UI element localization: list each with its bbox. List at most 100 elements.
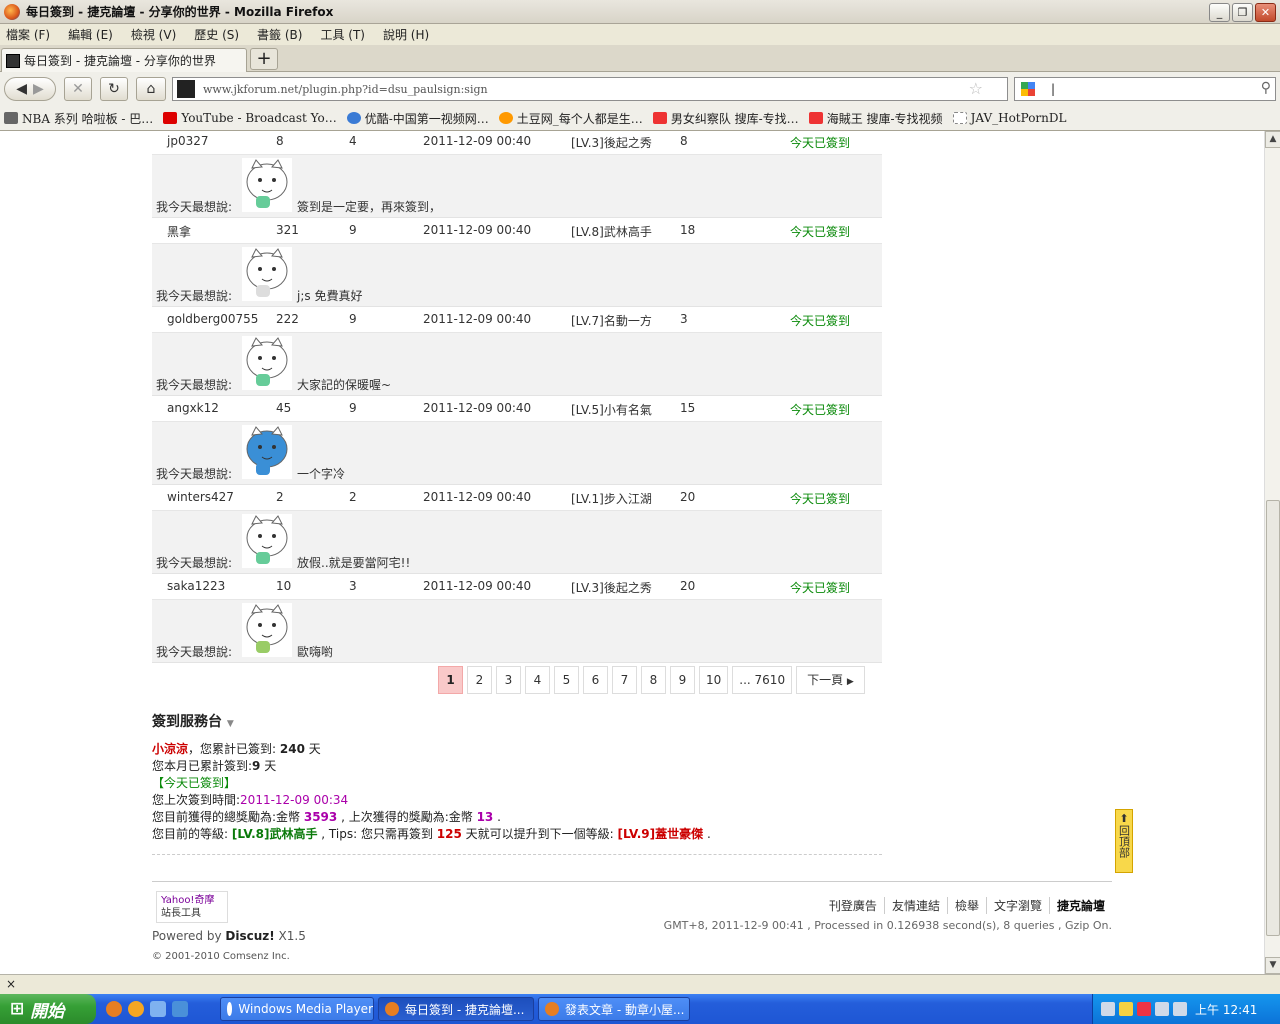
- service-username[interactable]: 小涼涼: [152, 742, 188, 756]
- bookmark-star-icon[interactable]: ☆: [969, 79, 983, 98]
- page-link[interactable]: 7: [612, 666, 637, 694]
- page-link[interactable]: 3: [496, 666, 521, 694]
- page-icon: [952, 112, 967, 124]
- record-time: 2011-12-09 00:40: [423, 134, 532, 148]
- menu-file[interactable]: 檔案 (F): [6, 26, 50, 43]
- bookmark-tudou[interactable]: 土豆网_每个人都是生…: [498, 110, 643, 127]
- tab-active[interactable]: 每日簽到 - 捷克論壇 - 分享你的世界: [1, 48, 247, 72]
- record-row: winters427 2 2 2011-12-09 00:40 [LV.1]步入江湖 20…: [152, 485, 882, 511]
- bookmarks-bar: NBA 系列 哈啦板 - 巴… YouTube - Broadcast Yo… …: [0, 106, 1280, 131]
- page-link[interactable]: 1: [438, 666, 463, 694]
- next-arrow-icon: ▶: [846, 677, 854, 687]
- window-title-bar[interactable]: 每日簽到 - 捷克論壇 - 分享你的世界 - Mozilla Firefox _…: [0, 0, 1280, 24]
- search-box[interactable]: | ⚲: [1014, 77, 1276, 101]
- new-tab-button[interactable]: +: [250, 48, 278, 70]
- close-button[interactable]: ✕: [1255, 3, 1276, 22]
- ie-quicklaunch-icon[interactable]: [172, 1001, 188, 1017]
- restore-button[interactable]: ❐: [1232, 3, 1253, 22]
- reload-button[interactable]: ↻: [100, 77, 128, 101]
- back-arrow-icon[interactable]: ◀: [16, 81, 27, 97]
- excel-quicklaunch-icon[interactable]: [150, 1001, 166, 1017]
- google-engine-icon[interactable]: [1021, 82, 1035, 96]
- search-icon[interactable]: ⚲: [1261, 80, 1271, 96]
- bookmark-soku-1[interactable]: 男女纠察队 搜库-专找…: [652, 110, 799, 127]
- page-link[interactable]: 4: [525, 666, 550, 694]
- firefox-icon: [385, 1002, 399, 1016]
- mood-row: 我今天最想說: 歐嗨喲: [152, 600, 882, 663]
- stop-button[interactable]: ✕: [64, 77, 92, 101]
- page-link[interactable]: 8: [641, 666, 666, 694]
- scroll-up-icon[interactable]: ▲: [1265, 131, 1280, 148]
- record-status: 今天已簽到: [790, 403, 851, 417]
- tray-app-icon[interactable]: [1173, 1002, 1187, 1016]
- page-link[interactable]: 5: [554, 666, 579, 694]
- service-line-month: 您本月已累計簽到:9 天: [152, 759, 277, 773]
- record-status: 今天已簽到: [790, 581, 851, 595]
- back-to-top-button[interactable]: ⬆ 回頂部: [1115, 809, 1133, 873]
- shield-icon[interactable]: [1137, 1002, 1151, 1016]
- address-bar[interactable]: www.jkforum.net/plugin.php?id=dsu_paulsi…: [172, 77, 1008, 101]
- forward-arrow-icon[interactable]: ▶: [33, 81, 44, 97]
- next-page-button[interactable]: 下一頁 ▶: [796, 666, 865, 694]
- footer-link-home[interactable]: 捷克論壇: [1048, 897, 1112, 914]
- footer-link-ads[interactable]: 刊登廣告: [822, 897, 884, 914]
- page-link[interactable]: 6: [583, 666, 608, 694]
- record-month: 9: [349, 223, 357, 237]
- status-close-icon[interactable]: ×: [6, 977, 16, 991]
- task-media-player[interactable]: Windows Media Player: [220, 997, 374, 1021]
- warning-icon[interactable]: [1119, 1002, 1133, 1016]
- record-row: saka1223 10 3 2011-12-09 00:40 [LV.3]後起之秀 20 今…: [152, 574, 882, 600]
- page-link[interactable]: 10: [699, 666, 729, 694]
- vertical-scrollbar[interactable]: ▲ ▼: [1264, 131, 1280, 974]
- mood-avatar: [242, 158, 292, 212]
- yahoo-webmaster-badge[interactable]: Yahoo!奇摩 站長工具: [156, 891, 228, 923]
- dashed-divider: [152, 854, 882, 855]
- scroll-down-icon[interactable]: ▼: [1265, 957, 1280, 974]
- volume-icon[interactable]: [1155, 1002, 1169, 1016]
- network-icon[interactable]: [1101, 1002, 1115, 1016]
- back-forward-buttons[interactable]: ◀ ▶: [4, 77, 56, 101]
- service-desk-title[interactable]: 簽到服務台 ▼: [152, 711, 234, 731]
- page-link[interactable]: ... 7610: [732, 666, 793, 694]
- quick-launch: [106, 1001, 216, 1017]
- url-text[interactable]: www.jkforum.net/plugin.php?id=dsu_paulsi…: [203, 83, 488, 96]
- footer-link-friends[interactable]: 友情連結: [883, 897, 947, 914]
- menu-help[interactable]: 說明 (H): [383, 26, 429, 43]
- bookmark-jav[interactable]: JAV_HotPornDL: [952, 111, 1067, 125]
- start-button[interactable]: ⊞ 開始: [0, 994, 96, 1024]
- search-input[interactable]: |: [1051, 82, 1055, 96]
- reload-icon: ↻: [108, 81, 120, 97]
- task-firefox-post[interactable]: 發表文章 - 動章小屋...: [538, 997, 690, 1021]
- record-username[interactable]: saka1223: [167, 579, 225, 593]
- clock[interactable]: 上午 12:41: [1195, 1001, 1257, 1018]
- page-link[interactable]: 2: [467, 666, 492, 694]
- menu-tools[interactable]: 工具 (T): [320, 26, 365, 43]
- footer-link-report[interactable]: 檢舉: [946, 897, 986, 914]
- home-button[interactable]: ⌂: [136, 77, 166, 101]
- bookmark-youku[interactable]: 优酷-中国第一视频网…: [346, 110, 489, 127]
- site-identity-icon[interactable]: [177, 80, 195, 98]
- bookmark-soku-2[interactable]: 海賊王 搜庫-专找视频: [808, 110, 943, 127]
- record-username[interactable]: winters427: [167, 490, 234, 504]
- record-username[interactable]: jp0327: [167, 134, 209, 148]
- record-total: 222: [276, 312, 299, 326]
- mood-row: 我今天最想說: 簽到是一定要，再來簽到，: [152, 155, 882, 218]
- record-username[interactable]: angxk12: [167, 401, 219, 415]
- scroll-thumb[interactable]: [1266, 500, 1280, 936]
- bookmark-nba[interactable]: NBA 系列 哈啦板 - 巴…: [4, 110, 153, 127]
- menu-history[interactable]: 歷史 (S): [194, 26, 239, 43]
- record-month: 4: [349, 134, 357, 148]
- record-username[interactable]: 黑拿: [167, 223, 191, 240]
- firefox-quicklaunch-icon[interactable]: [106, 1001, 122, 1017]
- page-link[interactable]: 9: [670, 666, 695, 694]
- bookmark-youtube[interactable]: YouTube - Broadcast Yo…: [163, 111, 337, 125]
- menu-bookmarks[interactable]: 書籤 (B): [257, 26, 302, 43]
- menu-view[interactable]: 檢視 (V): [131, 26, 176, 43]
- task-firefox-checkin[interactable]: 每日簽到 - 捷克論壇...: [378, 997, 534, 1021]
- menu-edit[interactable]: 編輯 (E): [68, 26, 113, 43]
- footer-link-text-mode[interactable]: 文字瀏覽: [985, 897, 1049, 914]
- app-quicklaunch-icon[interactable]: [128, 1001, 144, 1017]
- record-username[interactable]: goldberg00755: [167, 312, 258, 326]
- minimize-button[interactable]: _: [1209, 3, 1230, 22]
- discuz-link[interactable]: Discuz!: [225, 929, 274, 943]
